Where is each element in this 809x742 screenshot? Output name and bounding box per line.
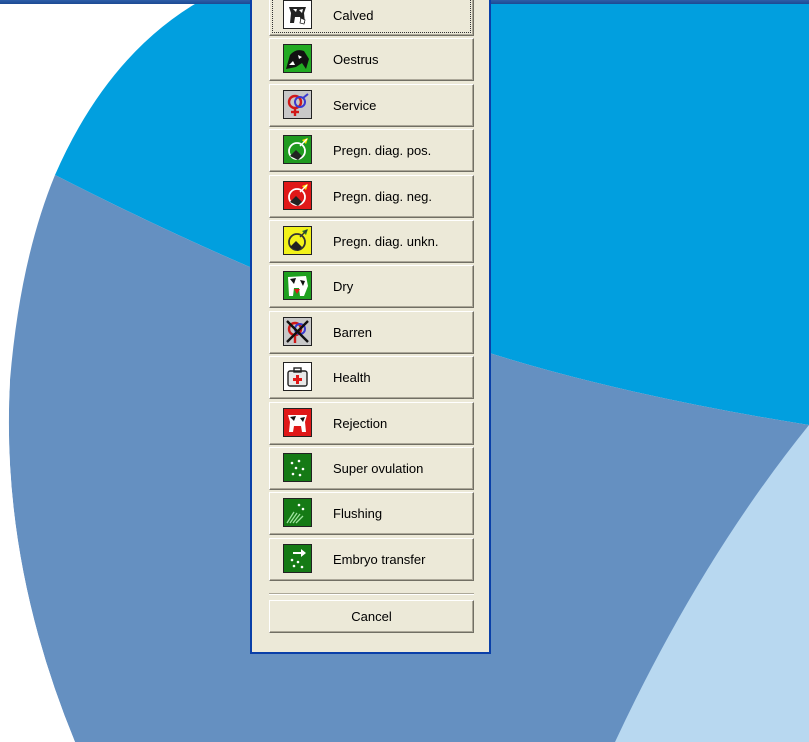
event-label: Calved xyxy=(333,7,374,23)
pregnancy-positive-icon xyxy=(283,135,312,165)
flushing-icon xyxy=(283,498,312,528)
event-button-health[interactable]: Health xyxy=(269,356,474,400)
event-button-barren[interactable]: Barren xyxy=(269,310,474,354)
event-label: Rejection xyxy=(333,415,388,431)
event-button-flushing[interactable]: Flushing xyxy=(269,492,474,536)
barren-icon xyxy=(283,316,312,346)
rejection-icon xyxy=(283,407,312,437)
event-label: Embryo transfer xyxy=(333,551,426,567)
event-button-service[interactable]: Service xyxy=(269,83,474,127)
event-button-pregnancy-negative[interactable]: Pregn. diag. neg. xyxy=(269,174,474,218)
cancel-button[interactable]: Cancel xyxy=(269,600,474,633)
event-label: Barren xyxy=(333,324,373,340)
super-ovulation-icon xyxy=(283,452,312,482)
event-label: Service xyxy=(333,97,377,113)
event-label: Pregn. diag. neg. xyxy=(333,188,433,204)
event-label: Health xyxy=(333,370,371,386)
event-label: Super ovulation xyxy=(333,460,424,476)
event-label: Pregn. diag. unkn. xyxy=(333,233,439,249)
dialog-separator xyxy=(269,593,474,595)
event-selection-dialog: Calved Oestrus Service Pregn. diag. pos. xyxy=(250,0,491,654)
event-button-calved[interactable]: Calved xyxy=(269,0,474,36)
pregnancy-negative-icon xyxy=(283,180,312,210)
event-button-super-ovulation[interactable]: Super ovulation xyxy=(269,446,474,490)
service-icon xyxy=(283,89,312,119)
event-label: Oestrus xyxy=(333,52,379,68)
event-button-list: Calved Oestrus Service Pregn. diag. pos. xyxy=(269,0,474,583)
embryo-transfer-icon xyxy=(283,543,312,573)
event-button-embryo-transfer[interactable]: Embryo transfer xyxy=(269,537,474,581)
dry-icon xyxy=(283,271,312,301)
event-label: Pregn. diag. pos. xyxy=(333,143,432,159)
event-label: Dry xyxy=(333,279,354,295)
event-button-pregnancy-positive[interactable]: Pregn. diag. pos. xyxy=(269,129,474,173)
event-button-rejection[interactable]: Rejection xyxy=(269,401,474,445)
health-icon xyxy=(283,362,312,392)
event-button-oestrus[interactable]: Oestrus xyxy=(269,38,474,82)
event-button-dry[interactable]: Dry xyxy=(269,265,474,309)
oestrus-icon xyxy=(283,44,312,74)
pregnancy-unknown-icon xyxy=(283,225,312,255)
event-label: Flushing xyxy=(333,506,383,522)
calved-icon xyxy=(283,0,312,29)
event-button-pregnancy-unknown[interactable]: Pregn. diag. unkn. xyxy=(269,219,474,263)
desktop-background: Calved Oestrus Service Pregn. diag. pos. xyxy=(0,0,809,742)
